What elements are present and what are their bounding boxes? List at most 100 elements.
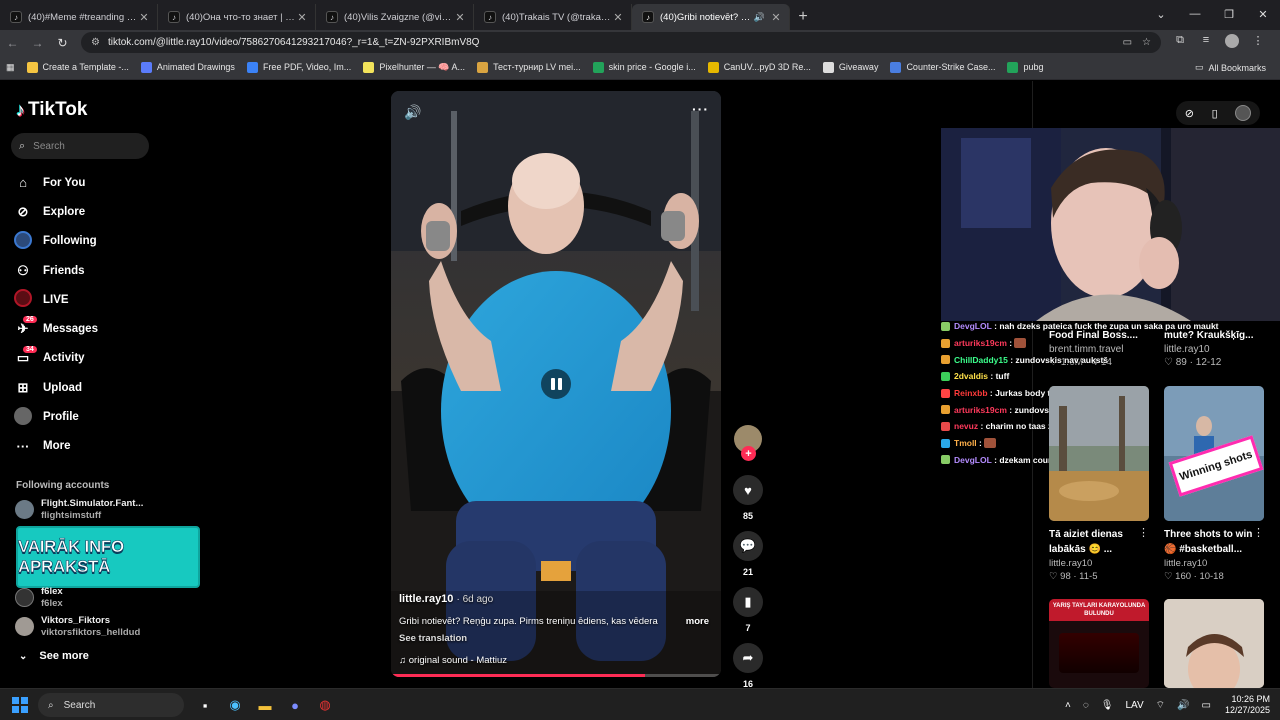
bookmark-star-icon[interactable]: ☆ [1142, 37, 1151, 48]
video-card[interactable]: Winning shots ⋮ Three shots to win 🏀 #ba… [1164, 386, 1264, 582]
browser-tab[interactable]: ♪ (40)#Meme #treanding #fy #ti✕ [0, 4, 158, 30]
close-tab-icon[interactable]: ✕ [769, 11, 783, 24]
bookmark-item[interactable]: Animated Drawings [135, 61, 241, 73]
media-icon[interactable]: ≡ [1193, 34, 1219, 51]
battery-icon[interactable]: ▭ [1202, 700, 1211, 711]
video-player[interactable]: 🔊 ··· little.ray10 · 6d ago Gribi notiev… [391, 91, 721, 677]
nav-item-live[interactable]: LIVE [14, 285, 98, 314]
new-tab-button[interactable]: + [790, 4, 816, 30]
all-bookmarks-button[interactable]: ▭ All Bookmarks [1189, 55, 1272, 80]
sound-link[interactable]: ♫ original sound - Mattiuz [399, 655, 507, 666]
bookmark-item[interactable]: Counter-Strike Case... [884, 61, 1001, 73]
more-options-icon[interactable]: ··· [692, 101, 709, 117]
following-account[interactable]: Flight.Simulator.Fant... flightsimstuff [15, 498, 143, 521]
description-more-link[interactable]: more [686, 616, 709, 627]
nav-item-activity[interactable]: ▭ 34 Activity [14, 344, 98, 373]
tab-search-icon[interactable]: ⌄ [1144, 0, 1178, 28]
chrome-icon[interactable]: ◉ [220, 693, 250, 717]
url-field[interactable]: ⚙ tiktok.com/@little.ray10/video/7586270… [81, 32, 1161, 53]
see-translation-link[interactable]: See translation [399, 633, 467, 644]
browser-tab[interactable]: ♪ (40)Trakais TV (@trakais_viking✕ [474, 4, 632, 30]
compass-icon[interactable]: ⊘ [1185, 107, 1194, 120]
apps-icon[interactable]: ▦ [0, 62, 21, 73]
see-more-button[interactable]: ⌄ See more [19, 650, 89, 662]
discord-icon[interactable]: ● [280, 693, 310, 717]
bookmark-item[interactable]: Pixelhunter — 🧠 A... [357, 61, 471, 73]
video-author[interactable]: little.ray10 · 6d ago [399, 593, 493, 605]
chat-username: ChillDaddy15 [954, 354, 1008, 365]
close-tab-icon[interactable]: ✕ [453, 11, 467, 24]
bookmark-item[interactable]: Giveaway [817, 61, 885, 73]
file-explorer-icon[interactable]: ▬ [250, 693, 280, 717]
minimize-icon[interactable]: — [1178, 0, 1212, 28]
microphone-icon[interactable]: 🎙 [1101, 700, 1114, 711]
following-account[interactable]: f6lex f6lex [15, 586, 63, 609]
task-view-icon[interactable]: ▪ [190, 693, 220, 717]
like-heart-icon[interactable]: ♥ [733, 475, 763, 505]
video-card[interactable] [1164, 599, 1264, 688]
nav-item-profile[interactable]: Profile [14, 402, 98, 431]
bookmark-icon[interactable]: ▮ [733, 587, 763, 617]
network-icon[interactable]: ◌ [1083, 700, 1089, 711]
close-tab-icon[interactable]: ✕ [295, 11, 309, 24]
forward-icon[interactable]: → [25, 36, 50, 50]
close-tab-icon[interactable]: ✕ [137, 11, 151, 24]
reload-icon[interactable]: ↻ [50, 36, 75, 50]
recording-app-icon[interactable]: ◍ [310, 693, 340, 717]
bookmark-favicon-icon [477, 61, 489, 73]
card-menu-icon[interactable]: ⋮ [1138, 526, 1149, 539]
bookmark-item[interactable]: Create a Template -... [21, 61, 135, 73]
browser-tab-active[interactable]: ♪ (40)Gribi notievēt? Reņģu z🔊 ✕ [632, 4, 790, 30]
bookmark-item[interactable]: Free PDF, Video, Im... [241, 61, 357, 73]
chevron-up-icon[interactable]: ˄ [1065, 700, 1071, 711]
clock[interactable]: 10:26 PM 12/27/2025 [1225, 694, 1270, 716]
pause-button[interactable] [541, 369, 571, 399]
nav-item-for-you[interactable]: ⌂ For You [14, 168, 98, 197]
follow-plus-icon[interactable]: + [741, 446, 756, 461]
taskbar-search[interactable]: ⌕ Search [38, 693, 184, 717]
site-info-icon[interactable]: ⚙ [91, 37, 100, 48]
share-arrow-icon[interactable]: ➦ [733, 643, 763, 673]
cast-icon[interactable]: ▭ [1123, 37, 1132, 48]
video-progress-bar[interactable] [391, 674, 721, 677]
phone-icon[interactable]: ▯ [1212, 107, 1218, 120]
bookmark-item[interactable]: Тест-турнир LV mei... [471, 61, 587, 73]
bookmark-item[interactable]: skin price - Google i... [587, 61, 702, 73]
tiktok-logo[interactable]: ♪ TikTok [16, 99, 87, 121]
windows-start-icon[interactable] [12, 697, 28, 713]
bookmark-label: skin price - Google i... [608, 62, 696, 72]
extensions-icon[interactable]: ⧉ [1167, 34, 1193, 51]
comment-icon[interactable]: 💬 [733, 531, 763, 561]
card-menu-icon[interactable]: ⋮ [1253, 526, 1264, 539]
user-avatar[interactable] [1235, 105, 1252, 121]
speaker-icon[interactable]: 🔊 [754, 12, 765, 23]
nav-item-explore[interactable]: ⊘ Explore [14, 197, 98, 226]
profile-icon[interactable] [1219, 34, 1245, 51]
language-indicator[interactable]: LAV [1125, 700, 1143, 711]
friends-icon: ⚇ [17, 262, 29, 278]
volume-icon[interactable]: 🔊 [404, 104, 421, 121]
close-window-icon[interactable]: ✕ [1246, 0, 1280, 28]
back-icon[interactable]: ← [0, 36, 25, 50]
card-stats: ♡ 89 · 12-12 [1164, 357, 1222, 368]
maximize-icon[interactable]: ❐ [1212, 0, 1246, 28]
bookmark-item[interactable]: pubg [1001, 61, 1049, 73]
nav-item-messages[interactable]: ✈ 26 Messages [14, 314, 98, 343]
menu-icon[interactable]: ⋮ [1245, 34, 1271, 51]
volume-icon[interactable]: 🔊 [1177, 700, 1189, 711]
following-account[interactable]: Viktors_Fiktors viktorsfiktors_helldud [15, 615, 140, 638]
nav-item-following[interactable]: Following [14, 227, 98, 256]
nav-item-friends[interactable]: ⚇ Friends [14, 256, 98, 285]
search-input[interactable]: ⌕ Search [11, 133, 149, 159]
nav-item-upload[interactable]: ⊞ Upload [14, 373, 98, 402]
close-tab-icon[interactable]: ✕ [611, 11, 625, 24]
video-card-partial[interactable]: mute? Kraukšķīg... little.ray10 ♡ 89 · 1… [1164, 330, 1264, 368]
bookmark-item[interactable]: CanUV...pyD 3D Re... [702, 61, 817, 73]
wifi-icon[interactable]: ⌔ [1156, 699, 1165, 712]
nav-item-more[interactable]: ··· More [14, 432, 98, 461]
video-card[interactable]: ⋮ Tā aiziet dienas labākās 😊 ... little.… [1049, 386, 1149, 582]
video-card[interactable]: YARIŞ TAYLARI KARAYOLUNDA BULUNDU [1049, 599, 1149, 688]
browser-tab[interactable]: ♪ (40)Vilis Zvaigzne (@vilis.zvaig✕ [316, 4, 474, 30]
browser-tab[interactable]: ♪ (40)Она что-то знает | TikTok✕ [158, 4, 316, 30]
author-avatar[interactable]: + [734, 425, 762, 461]
